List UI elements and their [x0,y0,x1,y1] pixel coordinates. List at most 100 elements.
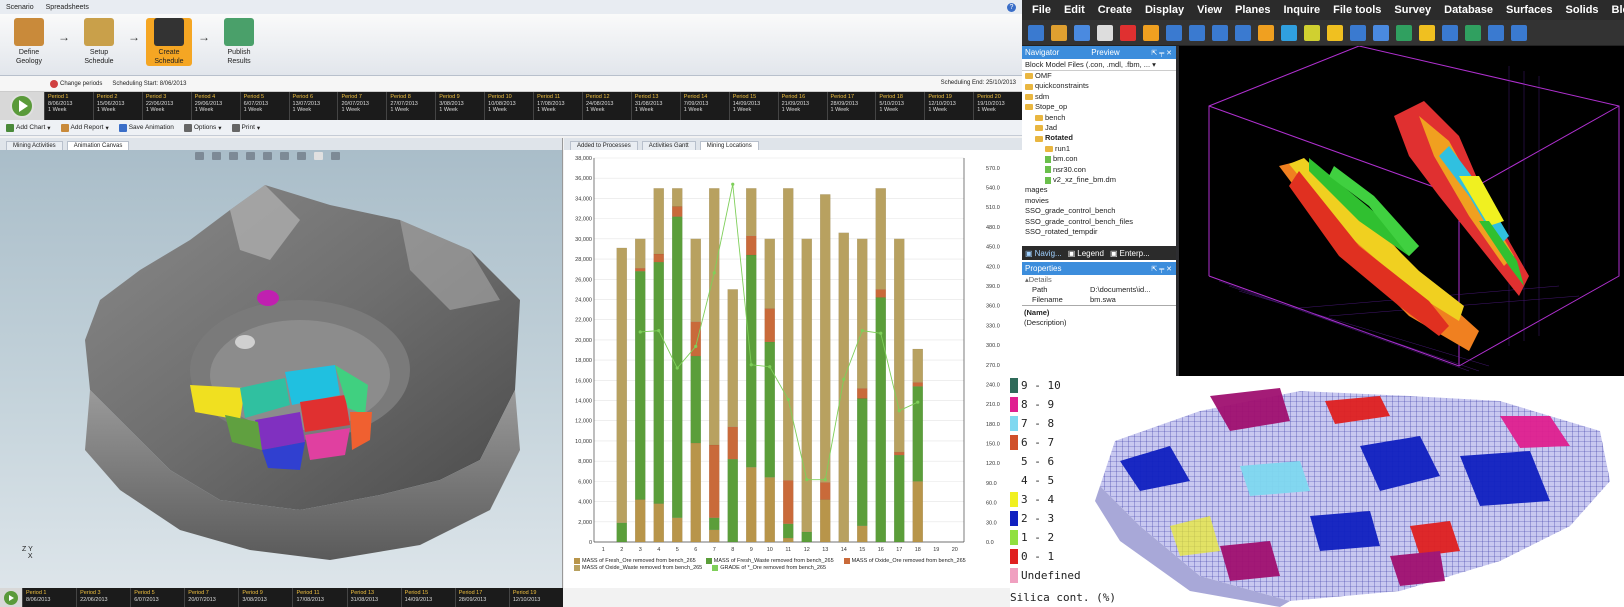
grade-point[interactable] [657,329,661,333]
bar-segment-2[interactable] [764,341,775,478]
bar-segment-4[interactable] [801,238,812,533]
bar-segment-4[interactable] [690,238,701,322]
period-cell[interactable]: Period 1 8/06/2013 1 Week [44,92,93,120]
tree-item[interactable]: Rotated [1025,133,1176,143]
tree-item[interactable]: v2_xz_fine_bm.dm [1025,175,1176,185]
grade-point[interactable] [860,329,864,333]
period-cell[interactable]: Period 2 15/06/2013 1 Week [92,92,142,120]
period-cell[interactable]: Period 18 5/10/2013 1 Week [875,92,924,120]
grade-point[interactable] [694,344,698,348]
view-tool-icon[interactable] [212,152,221,160]
tree-item[interactable]: mages [1025,185,1176,195]
timeline-period-cell[interactable]: Period 1 8/06/2013 [22,588,76,607]
bar-segment-4[interactable] [653,188,664,255]
bar-segment-4[interactable] [727,289,738,427]
period-cell[interactable]: Period 11 17/08/2013 1 Week [533,92,582,120]
timeline-period-cell[interactable]: Period 7 20/07/2013 [184,588,238,607]
bar-segment-3[interactable] [894,451,905,456]
period-cell[interactable]: Period 4 29/06/2013 1 Week [190,92,240,120]
bar-segment-3[interactable] [653,253,664,263]
bar-segment-3[interactable] [635,267,646,272]
period-cell[interactable]: Period 10 10/08/2013 1 Week [484,92,533,120]
period-cell[interactable]: Period 13 31/08/2013 1 Week [630,92,680,120]
timeline-period-cell[interactable]: Period 17 28/09/2013 [454,588,509,607]
menu-item-display[interactable]: Display [1145,4,1184,16]
menu-item-file[interactable]: File [1032,4,1051,16]
view-tool-icon[interactable] [263,152,272,160]
panel-controls[interactable]: ⇱ ╤ ✕ [1151,49,1176,57]
menu-item-solids[interactable]: Solids [1566,4,1599,16]
bar-segment-1[interactable] [709,529,720,543]
tab-mining-activities[interactable]: Mining Activities [6,141,63,150]
view-tool-icon[interactable] [297,152,306,160]
period-cell[interactable]: Period 17 28/09/2013 1 Week [826,92,876,120]
block-model-3d-view[interactable] [1179,46,1624,376]
period-cell[interactable]: Period 14 7/09/2013 1 Week [679,92,729,120]
target-icon[interactable] [1258,24,1274,41]
bar-segment-4[interactable] [875,188,886,290]
period-cell[interactable]: Period 3 22/06/2013 1 Week [141,92,191,120]
tree-item[interactable]: SSO_grade_control_bench [1025,206,1176,216]
bar-segment-1[interactable] [635,499,646,543]
menu-item-inquire[interactable]: Inquire [1283,4,1320,16]
bar-segment-3[interactable] [783,480,794,524]
tree-item[interactable]: bm.con [1025,154,1176,164]
tree-item[interactable]: sdm [1025,92,1176,102]
timeline-play-button[interactable] [0,588,22,607]
tree-item[interactable]: Stope_op [1025,102,1176,112]
tree-item[interactable]: OMF [1025,71,1176,81]
timeline-period-cell[interactable]: Period 9 3/08/2013 [238,588,292,607]
period-cell[interactable]: Period 15 14/09/2013 1 Week [728,92,778,120]
panel-controls[interactable]: ⇱ ╤ ✕ [1151,265,1176,273]
move-icon[interactable] [1419,24,1435,41]
bar-segment-1[interactable] [783,537,794,543]
bar-segment-2[interactable] [616,522,627,543]
timeline-period-cell[interactable]: Period 15 14/09/2013 [400,588,455,607]
change-periods-button[interactable]: Change periods [50,79,102,88]
bar-segment-2[interactable] [857,398,868,526]
view-tool-icon[interactable] [280,152,289,160]
tree-item[interactable]: quickconstraints [1025,81,1176,91]
period-cell[interactable]: Period 20 19/10/2013 1 Week [973,92,1022,120]
view-tool-icon[interactable] [229,152,238,160]
tab-animation-canvas[interactable]: Animation Canvas [66,141,130,150]
menu-item-planes[interactable]: Planes [1235,4,1270,16]
select-icon[interactable] [1350,24,1366,41]
period-cell[interactable]: Period 12 24/08/2013 1 Week [581,92,631,120]
grade-point[interactable] [768,365,772,369]
file-filter-select[interactable]: Block Model Files (.con, .mdl, .fbm, ...… [1022,59,1176,71]
bar-segment-1[interactable] [857,525,868,543]
bar-segment-3[interactable] [820,482,831,500]
timeline-period-cell[interactable]: Period 3 22/06/2013 [76,588,130,607]
tab-added-to-processes[interactable]: Added to Processes [570,141,638,150]
details-group[interactable]: ▴ Details [1022,275,1176,285]
workflow-step-define-geology[interactable]: Define Geology [6,18,52,66]
bar-segment-2[interactable] [690,355,701,444]
timeline-period-cell[interactable]: Period 5 6/07/2013 [130,588,184,607]
grid-icon[interactable] [1189,24,1205,41]
bar-segment-3[interactable] [727,426,738,460]
line-icon[interactable] [1465,24,1481,41]
workflow-step-create-schedule[interactable]: Create Schedule [146,18,192,66]
bar-segment-4[interactable] [820,194,831,483]
period-cell[interactable]: Period 9 3/08/2013 1 Week [435,92,484,120]
menu-item-block-model[interactable]: Block model [1612,4,1624,16]
axis-x-icon[interactable] [1281,24,1297,41]
save-animation-button[interactable]: Save Animation [118,123,174,132]
zoom-out-icon[interactable] [1235,24,1251,41]
grade-point[interactable] [749,363,753,367]
bar-segment-2[interactable] [635,271,646,500]
cursor-icon[interactable] [1373,24,1389,41]
menu-item-file-tools[interactable]: File tools [1333,4,1381,16]
globe-icon[interactable] [1028,24,1044,41]
view-tool-icon[interactable] [331,152,340,160]
bar-segment-3[interactable] [912,382,923,387]
bar-segment-4[interactable] [783,188,794,481]
print-button[interactable]: Print ▾ [231,123,260,132]
menu-item-edit[interactable]: Edit [1064,4,1085,16]
silica-block-model[interactable] [1080,376,1624,607]
zoom-in-icon[interactable] [1212,24,1228,41]
bar-segment-3[interactable] [764,308,775,343]
add-report-button[interactable]: Add Report ▾ [60,123,109,132]
bar-segment-2[interactable] [801,531,812,543]
